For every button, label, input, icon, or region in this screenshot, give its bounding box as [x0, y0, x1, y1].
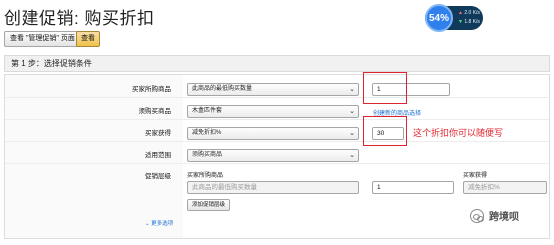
tier-buyer-purchases-header: 买家所购商品 — [187, 173, 224, 179]
highlight-box-quantity — [363, 72, 407, 104]
step-header: 第 1 步：选择促销条件 — [4, 55, 550, 72]
more-options-label: 更多选项 — [151, 221, 174, 227]
watermark-text: 跨境呗 — [489, 212, 519, 223]
buyer-gets-select[interactable]: 减免折扣% ⌄ — [187, 127, 359, 140]
upload-arrow-icon: ▲ — [458, 10, 463, 16]
purchased-items-select-value: 木盒匹件套 — [192, 108, 223, 114]
buyer-purchases-label: 买家所购商品 — [132, 86, 171, 93]
buyer-purchases-select-value: 此商品的最低购买数量 — [192, 86, 253, 92]
chevron-down-icon: ⌄ — [349, 130, 355, 137]
purchased-items-select[interactable]: 木盒匹件套 ⌄ — [187, 105, 359, 118]
purchased-items-label: 须购买商品 — [138, 108, 172, 115]
tier-quantity-input[interactable]: 1 — [372, 181, 454, 194]
page-title: 创建促销: 购买折扣 — [4, 9, 155, 28]
row-divider — [5, 119, 549, 120]
wechat-icon — [470, 208, 484, 223]
view-button[interactable]: 查看 — [76, 31, 100, 47]
tier-buyer-gets-header: 买家获得 — [463, 173, 488, 179]
view-manage-promotions-button[interactable]: 查看 "管理促销" 页面 — [4, 31, 81, 47]
download-speed-value: 1.8 K/s — [464, 19, 480, 25]
buyer-purchases-select[interactable]: 此商品的最低购买数量 ⌄ — [187, 83, 359, 96]
promotion-tiers-label: 促销层级 — [145, 173, 171, 180]
watermark: 跨境呗 — [470, 208, 519, 223]
add-tier-button[interactable]: 添加促销层级 — [187, 199, 231, 211]
promotion-conditions-panel: 买家所购商品 此商品的最低购买数量 ⌄ 1 须购买商品 木盒匹件套 ⌄ 创建新的… — [4, 74, 550, 239]
speed-percent: 54% — [425, 4, 453, 32]
more-options-link[interactable]: ⌄ 更多选项 — [145, 219, 173, 227]
applies-to-label: 适用范围 — [145, 152, 171, 159]
tier-discount-field: 减免折扣% — [463, 181, 547, 194]
highlight-box-discount — [363, 116, 407, 146]
upload-speed: ▲ 2.0 K/s — [458, 10, 480, 16]
applies-to-select[interactable]: 须购买商品 ⌄ — [187, 149, 359, 162]
annotation-note: 这个折扣你可以随便写 — [413, 128, 504, 138]
chevron-down-icon: ⌄ — [349, 86, 355, 93]
chevron-down-icon: ⌄ — [349, 152, 355, 159]
row-divider — [5, 141, 549, 142]
download-arrow-icon: ▼ — [458, 19, 463, 25]
row-divider — [5, 97, 549, 98]
row-divider — [5, 163, 549, 164]
download-speed: ▼ 1.8 K/s — [458, 19, 480, 25]
tier-condition-field: 此商品的最低购买数量 — [187, 181, 359, 194]
buyer-gets-select-value: 减免折扣% — [192, 130, 222, 136]
buyer-gets-label: 买家获得 — [145, 130, 171, 137]
chevron-down-icon: ⌄ — [349, 108, 355, 115]
network-speed-widget[interactable]: 54% ▲ 2.0 K/s ▼ 1.8 K/s — [425, 4, 483, 32]
upload-speed-value: 2.0 K/s — [464, 10, 480, 16]
applies-to-select-value: 须购买商品 — [192, 152, 223, 158]
